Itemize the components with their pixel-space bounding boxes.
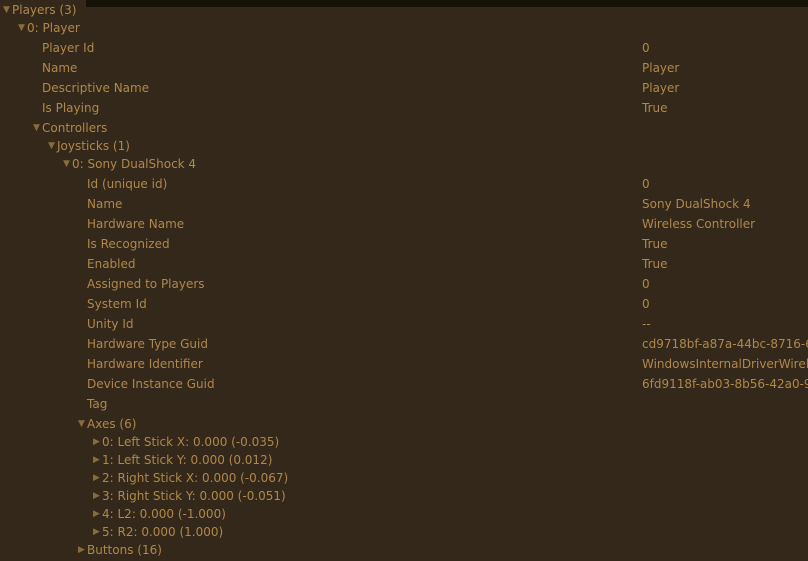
property-row: Hardware Identifier WindowsInternalDriver…	[0, 355, 808, 373]
property-row: Is Recognized True	[0, 235, 808, 253]
property-value: 0	[642, 177, 650, 191]
node-label: 0: Player	[27, 21, 80, 35]
property-value: Wireless Controller	[642, 217, 756, 231]
property-label: Descriptive Name	[42, 81, 150, 95]
property-label: Enabled	[87, 257, 136, 271]
property-label: Hardware Identifier	[87, 357, 203, 371]
node-label: 4: L2: 0.000 (-1.000)	[102, 507, 226, 521]
property-label: System Id	[87, 297, 147, 311]
tree-node[interactable]: ▶ 2: Right Stick X: 0.000 (-0.067)	[0, 469, 808, 487]
property-value: True	[642, 257, 668, 271]
property-row: Tag	[0, 395, 808, 413]
node-label: 0: Left Stick X: 0.000 (-0.035)	[102, 435, 280, 449]
property-row: Hardware Name Wireless Controller	[0, 215, 808, 233]
expanded-triangle-icon[interactable]: ▼	[48, 137, 55, 155]
tree-node[interactable]: ▼ Joysticks (1)	[0, 137, 808, 155]
node-label: 3: Right Stick Y: 0.000 (-0.051)	[102, 489, 286, 503]
collapsed-triangle-icon[interactable]: ▶	[93, 487, 100, 505]
tree-node[interactable]: ▶ 5: R2: 0.000 (1.000)	[0, 523, 808, 541]
property-row: Device Instance Guid 6fd9118f-ab03-8b56-4…	[0, 375, 808, 393]
property-label: Hardware Name	[87, 217, 185, 231]
property-row: Descriptive Name Player	[0, 79, 808, 97]
property-value: Player	[642, 81, 680, 95]
property-row: System Id 0	[0, 295, 808, 313]
collapsed-triangle-icon[interactable]: ▶	[93, 523, 100, 541]
collapsed-triangle-icon[interactable]: ▶	[93, 469, 100, 487]
property-row: Name Sony DualShock 4	[0, 195, 808, 213]
property-value: --	[642, 317, 651, 331]
property-value: True	[642, 101, 668, 115]
tree-node[interactable]: ▶ 0: Left Stick X: 0.000 (-0.035)	[0, 433, 808, 451]
property-row: Is Playing True	[0, 99, 808, 117]
property-value: 0	[642, 277, 650, 291]
node-label: Players (3)	[12, 3, 77, 17]
property-value: cd9718bf-a87a-44bc-8716-6	[642, 337, 808, 351]
property-value: WindowsInternalDriverWireles	[642, 357, 808, 371]
property-label: Assigned to Players	[87, 277, 205, 291]
tree-node[interactable]: ▶ 4: L2: 0.000 (-1.000)	[0, 505, 808, 523]
property-row: Player Id 0	[0, 39, 808, 57]
property-row: Name Player	[0, 59, 808, 77]
property-label: Player Id	[42, 41, 95, 55]
property-label: Is Playing	[42, 101, 100, 115]
tree-node[interactable]: ▼ Axes (6)	[0, 415, 808, 433]
tree-node[interactable]: ▼ 0: Player	[0, 19, 808, 37]
node-label: Axes (6)	[87, 417, 137, 431]
expanded-triangle-icon[interactable]: ▼	[18, 19, 25, 37]
property-row: Id (unique id) 0	[0, 175, 808, 193]
node-label: 1: Left Stick Y: 0.000 (0.012)	[102, 453, 273, 467]
expanded-triangle-icon[interactable]: ▼	[3, 1, 10, 19]
expanded-triangle-icon[interactable]: ▼	[78, 415, 85, 433]
node-label: 5: R2: 0.000 (1.000)	[102, 525, 224, 539]
collapsed-triangle-icon[interactable]: ▶	[93, 451, 100, 469]
node-label: Joysticks (1)	[57, 139, 130, 153]
tree-node[interactable]: ▼ Players (3)	[0, 1, 808, 19]
collapsed-triangle-icon[interactable]: ▶	[93, 505, 100, 523]
property-row: Hardware Type Guid cd9718bf-a87a-44bc-871…	[0, 335, 808, 353]
collapsed-triangle-icon[interactable]: ▶	[78, 541, 85, 559]
property-value: Player	[642, 61, 680, 75]
tree-node[interactable]: ▶ 3: Right Stick Y: 0.000 (-0.051)	[0, 487, 808, 505]
property-row: Assigned to Players 0	[0, 275, 808, 293]
property-label: Unity Id	[87, 317, 134, 331]
property-row: Enabled True	[0, 255, 808, 273]
tree-node[interactable]: ▼ Controllers	[0, 119, 808, 137]
property-label: Id (unique id)	[87, 177, 168, 191]
property-value: True	[642, 237, 668, 251]
node-label: Buttons (16)	[87, 543, 162, 557]
property-label: Name	[87, 197, 123, 211]
property-label: Name	[42, 61, 78, 75]
node-label: 2: Right Stick X: 0.000 (-0.067)	[102, 471, 289, 485]
property-value: 0	[642, 41, 650, 55]
tree-node[interactable]: ▶ Buttons (16)	[0, 541, 808, 559]
node-label: Controllers	[42, 121, 108, 135]
tree-node[interactable]: ▶ 1: Left Stick Y: 0.000 (0.012)	[0, 451, 808, 469]
expanded-triangle-icon[interactable]: ▼	[33, 119, 40, 137]
property-label: Is Recognized	[87, 237, 170, 251]
property-row: Unity Id --	[0, 315, 808, 333]
collapsed-triangle-icon[interactable]: ▶	[93, 433, 100, 451]
property-value: 6fd9118f-ab03-8b56-42a0-9	[642, 377, 808, 391]
property-label: Tag	[87, 397, 108, 411]
property-value: Sony DualShock 4	[642, 197, 751, 211]
property-value: 0	[642, 297, 650, 311]
property-label: Hardware Type Guid	[87, 337, 208, 351]
node-label: 0: Sony DualShock 4	[72, 157, 197, 171]
property-label: Device Instance Guid	[87, 377, 215, 391]
tree-node[interactable]: ▼ 0: Sony DualShock 4	[0, 155, 808, 173]
expanded-triangle-icon[interactable]: ▼	[63, 155, 70, 173]
